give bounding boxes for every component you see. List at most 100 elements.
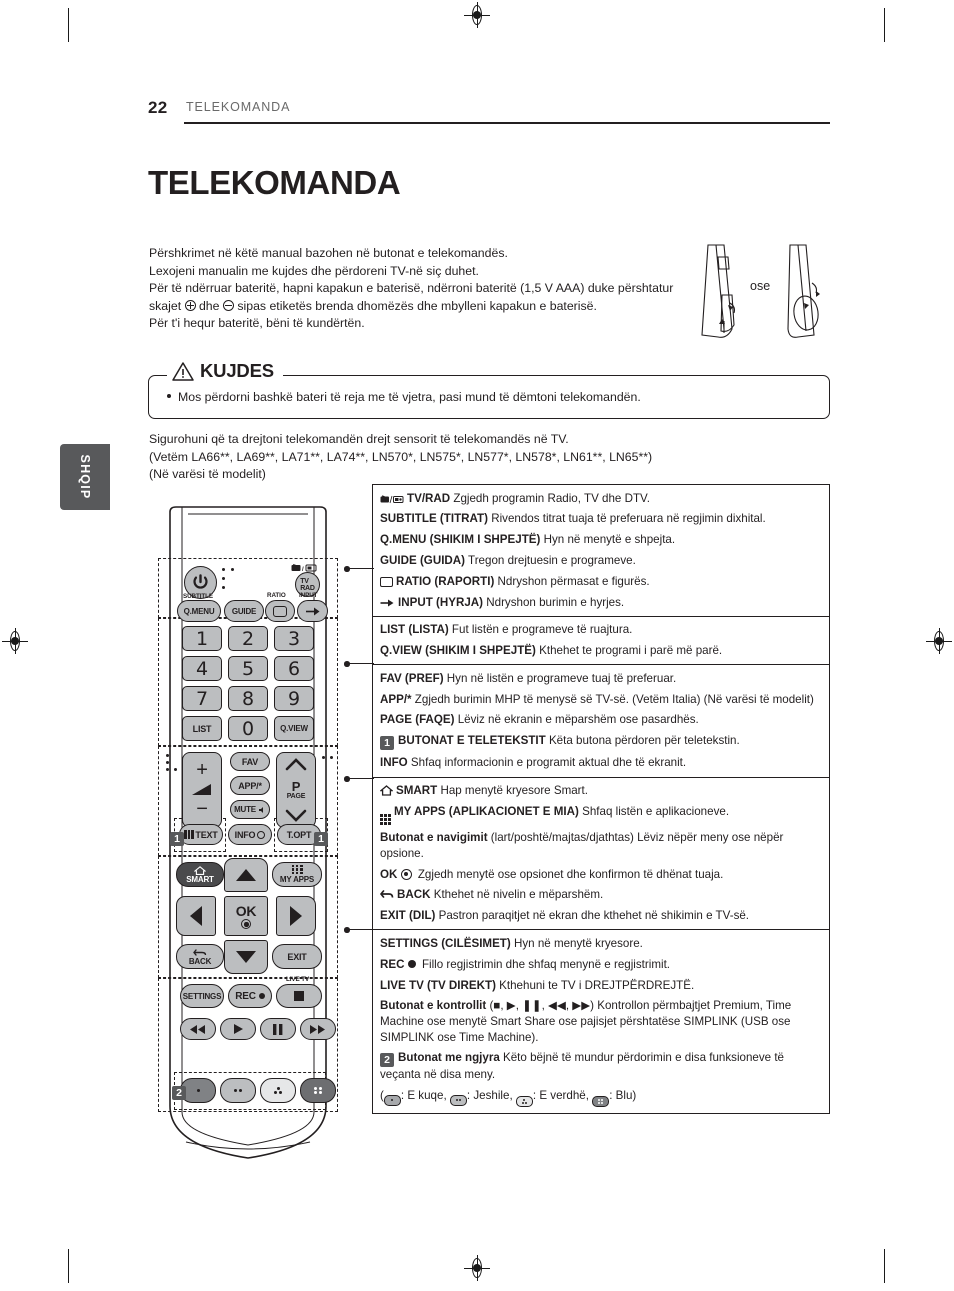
remote-smart-button[interactable]: SMART bbox=[176, 862, 224, 887]
remote-nav-down[interactable] bbox=[224, 940, 268, 974]
remote-teletext-badge-right: 1 bbox=[314, 832, 328, 846]
crop-mark-top-right bbox=[884, 8, 886, 42]
remote-ratio-button[interactable] bbox=[265, 600, 295, 622]
table-row-text: Fillo regjistrimin dhe shfaq menynë e re… bbox=[418, 957, 671, 971]
remote-number-4[interactable]: 4 bbox=[182, 656, 222, 681]
home-icon bbox=[380, 785, 393, 796]
remote-number-3[interactable]: 3 bbox=[274, 626, 314, 651]
remote-play-button[interactable] bbox=[220, 1018, 256, 1040]
remote-myapps-label: MY APPS bbox=[279, 875, 315, 884]
table-row-label: MY APPS (APLIKACIONET E MIA) bbox=[394, 804, 579, 818]
table-row-text: Rivendos titrat tuaja të preferuara në r… bbox=[487, 512, 766, 526]
remote-number-6[interactable]: 6 bbox=[274, 656, 314, 681]
remote-myapps-button[interactable]: MY APPS bbox=[272, 862, 322, 887]
remote-app-button[interactable]: APP/* bbox=[230, 776, 270, 795]
table-row-text: Tregon drejtuesin e programeve. bbox=[465, 553, 636, 567]
header-rule bbox=[184, 122, 830, 124]
back-arrow-icon bbox=[193, 948, 207, 956]
intro-line-3b: dhe bbox=[198, 298, 220, 313]
remote-number-8[interactable]: 8 bbox=[228, 686, 268, 711]
table-row: SMART Hap menytë kryesore Smart. bbox=[373, 781, 829, 802]
minus-polarity-icon bbox=[222, 299, 234, 311]
text-stripes-icon bbox=[184, 830, 195, 839]
table-row: FAV (PREF) Hyn në listën e programeve tu… bbox=[373, 668, 829, 689]
table-row-label: APP/* bbox=[380, 692, 412, 706]
remote-back-button[interactable]: BACK bbox=[176, 944, 224, 969]
remote-back-label: BACK bbox=[188, 956, 212, 966]
page-title: TELEKOMANDA bbox=[148, 164, 401, 201]
remote-qview-button[interactable]: Q.VIEW bbox=[274, 716, 314, 741]
remote-ok-button[interactable]: OK bbox=[224, 896, 268, 936]
table-row: PAGE (FAQE) Lëviz në ekranin e mëparshëm… bbox=[373, 710, 829, 731]
input-icon bbox=[380, 599, 394, 606]
table-row-text: Lëviz në ekranin e mëparshëm ose pasardh… bbox=[454, 713, 699, 727]
table-row-label: GUIDE (GUIDA) bbox=[380, 553, 466, 567]
remote-info-button[interactable]: INFO bbox=[228, 824, 272, 845]
remote-input-button[interactable] bbox=[297, 600, 328, 622]
green-button-icon bbox=[449, 1094, 467, 1106]
remote-exit-button[interactable]: EXIT bbox=[272, 944, 322, 969]
rewind-icon bbox=[190, 1024, 205, 1034]
intro-paragraph: Përshkrimet në këtë manual bazohen në bu… bbox=[149, 245, 694, 333]
remote-number-9[interactable]: 9 bbox=[274, 686, 314, 711]
remote-page-rocker[interactable]: P PAGE bbox=[276, 752, 316, 828]
table-row-text: Kthehet në nivelin e mëparshëm. bbox=[430, 888, 604, 902]
remote-settings-button[interactable]: SETTINGS bbox=[180, 984, 224, 1008]
battery-or-label: ose bbox=[750, 279, 771, 293]
remote-rec-button[interactable]: REC bbox=[228, 984, 272, 1008]
remote-nav-up[interactable] bbox=[224, 858, 268, 892]
language-tab-label: SHQIP bbox=[78, 454, 92, 500]
remote-pause-button[interactable] bbox=[260, 1018, 296, 1040]
table-row-text: Këta butona përdoren për teletekstin. bbox=[545, 734, 740, 748]
remote-volume-rocker[interactable]: + − bbox=[182, 752, 222, 828]
table-row: BACK Kthehet në nivelin e mëparshëm. bbox=[373, 885, 829, 906]
remote-guide-button[interactable]: GUIDE bbox=[224, 600, 264, 622]
remote-color-button-yellow[interactable] bbox=[260, 1078, 296, 1103]
warning-triangle-icon bbox=[172, 361, 194, 381]
color-legend-blue: Blu bbox=[615, 1089, 633, 1103]
table-row-label: FAV (PREF) bbox=[380, 671, 444, 685]
remote-color-button-green[interactable] bbox=[220, 1078, 256, 1103]
teletext-badge: 1 bbox=[380, 736, 394, 751]
table-row-label: REC bbox=[380, 957, 405, 971]
chevron-down-icon bbox=[285, 809, 307, 822]
table-row-label: TV/RAD bbox=[407, 491, 451, 505]
remote-nav-right[interactable] bbox=[276, 896, 316, 936]
table-row: Butonat e kontrollit (■, ▶, ❚❚, ◀◀, ▶▶) … bbox=[373, 996, 829, 1048]
table-row: MY APPS (APLIKACIONET E MIA) Shfaq listë… bbox=[373, 801, 829, 827]
back-arrow-icon bbox=[380, 890, 394, 899]
table-row-text: Fut listën e programeve të ruajtura. bbox=[448, 623, 633, 637]
table-row: GUIDE (GUIDA) Tregon drejtuesin e progra… bbox=[373, 550, 829, 571]
remote-text-button[interactable]: TEXT bbox=[179, 824, 223, 845]
table-row: INFO Shfaq informacionin e programit akt… bbox=[373, 753, 829, 774]
remote-nav-left[interactable] bbox=[176, 896, 216, 936]
remote-fav-button[interactable]: FAV bbox=[230, 752, 270, 771]
remote-rewind-button[interactable] bbox=[180, 1018, 216, 1040]
arrow-right-icon bbox=[290, 906, 302, 926]
remote-mute-button[interactable]: MUTE bbox=[230, 800, 270, 819]
ok-target-icon bbox=[241, 919, 251, 929]
info-circle-icon bbox=[257, 830, 266, 839]
ratio-icon bbox=[273, 605, 287, 617]
table-row-text: Hyn në menytë e shpejta. bbox=[540, 533, 676, 547]
sensor-note-depends: (Në varësi të modelit) bbox=[149, 467, 266, 481]
remote-number-0[interactable]: 0 bbox=[228, 716, 268, 741]
remote-number-1[interactable]: 1 bbox=[182, 626, 222, 651]
table-row: EXIT (DIL) Pastron paraqitjet në ekran d… bbox=[373, 906, 829, 927]
table-row-label: EXIT (DIL) bbox=[380, 909, 436, 923]
remote-number-5[interactable]: 5 bbox=[228, 656, 268, 681]
volume-up-icon: + bbox=[196, 759, 208, 781]
remote-list-button[interactable]: LIST bbox=[182, 716, 222, 741]
table-row-text: Hyn në menytë kryesore. bbox=[510, 936, 643, 950]
remote-number-2[interactable]: 2 bbox=[228, 626, 268, 651]
language-tab: SHQIP bbox=[60, 444, 110, 510]
table-row-text: Kthehuni te TV i DREJTPËRDREJTË. bbox=[495, 978, 695, 992]
remote-stop-livetv-button[interactable] bbox=[276, 984, 322, 1008]
remote-qmenu-button[interactable]: Q.MENU bbox=[177, 600, 221, 622]
table-row-label: BUTONAT E TELETEKSTIT bbox=[398, 734, 546, 748]
table-row: OK Zgjedh menytë ose opsionet dhe konfir… bbox=[373, 864, 829, 885]
intro-line-3: Për të ndërruar bateritë, hapni kapakun … bbox=[149, 280, 694, 315]
table-row-label: Butonat e navigimit bbox=[380, 831, 488, 845]
stop-icon bbox=[294, 991, 304, 1001]
remote-number-7[interactable]: 7 bbox=[182, 686, 222, 711]
